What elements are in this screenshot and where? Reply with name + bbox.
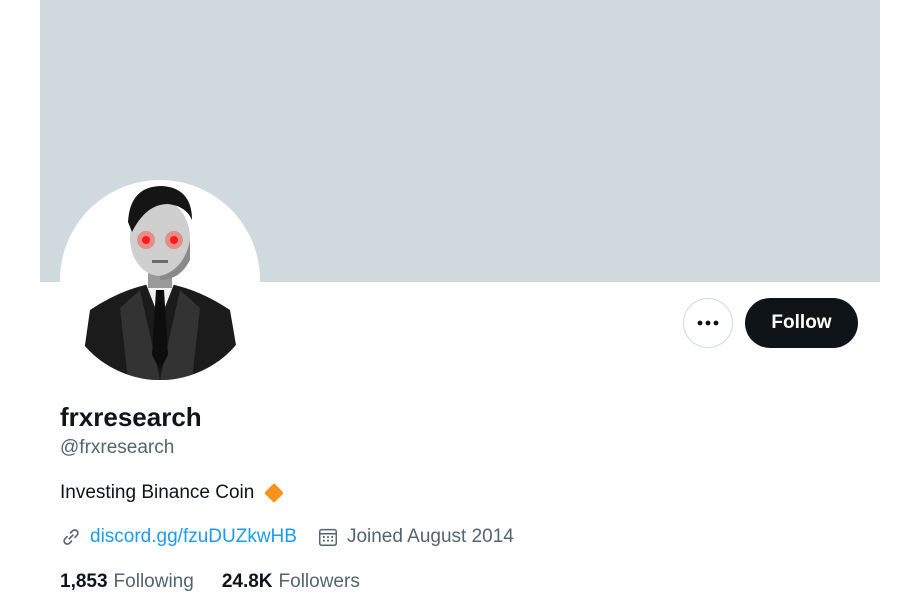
link-icon bbox=[63, 529, 79, 545]
more-options-button[interactable] bbox=[683, 298, 733, 348]
profile-stats: 1,853 Following 24.8K Followers bbox=[60, 571, 360, 593]
following-label: Following bbox=[113, 571, 194, 592]
profile-bio: Investing Binance Coin bbox=[60, 482, 285, 504]
followers-count: 24.8K bbox=[221, 571, 273, 592]
following-stat[interactable]: 1,853 Following bbox=[60, 571, 194, 593]
profile-meta: discord.gg/fzuDUZkwHB Joined August 2014 bbox=[60, 526, 514, 548]
profile-handle: @frxresearch bbox=[60, 437, 175, 458]
followers-stat[interactable]: 24.8K Followers bbox=[222, 571, 360, 593]
bio-text: Investing Binance Coin bbox=[60, 482, 255, 503]
follow-button[interactable]: Follow bbox=[745, 298, 858, 348]
profile-link[interactable]: discord.gg/fzuDUZkwHB bbox=[90, 526, 297, 548]
more-horizontal-icon bbox=[697, 320, 719, 326]
following-count: 1,853 bbox=[60, 571, 108, 592]
avatar-image bbox=[80, 186, 242, 380]
followers-label: Followers bbox=[278, 571, 360, 592]
profile-avatar[interactable] bbox=[60, 180, 260, 380]
orange-diamond-icon bbox=[264, 483, 285, 503]
profile-display-name: frxresearch bbox=[60, 402, 202, 432]
joined-date: Joined August 2014 bbox=[346, 526, 514, 547]
calendar-icon bbox=[317, 526, 339, 548]
